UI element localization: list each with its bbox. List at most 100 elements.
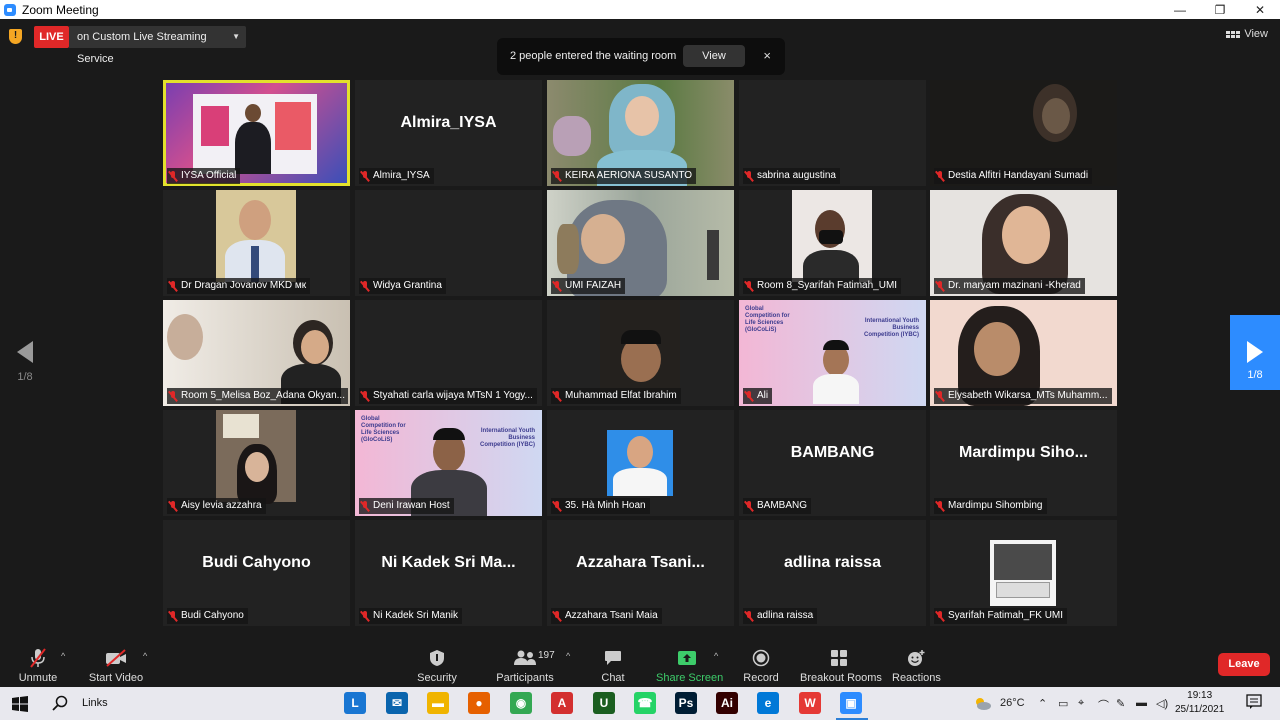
- live-stream-dropdown[interactable]: on Custom Live Streaming Service ▼: [69, 26, 246, 65]
- participant-video-tile[interactable]: Elysabeth Wikarsa_MTs Muhamm...: [930, 300, 1117, 406]
- participant-video-tile[interactable]: Dr Dragan Jovanov MKD мк: [163, 190, 350, 296]
- taskbar-app-icon[interactable]: ◉: [510, 692, 532, 714]
- leave-button[interactable]: Leave: [1218, 653, 1270, 676]
- participant-name-label: Dr Dragan Jovanov MKD мк: [167, 278, 311, 294]
- record-button[interactable]: Record: [742, 647, 780, 684]
- participant-video-tile[interactable]: Widya Grantina: [355, 190, 542, 296]
- participant-video-tile[interactable]: IYSA Official: [163, 80, 350, 186]
- search-label[interactable]: Links: [82, 697, 108, 709]
- minimize-button[interactable]: —: [1160, 3, 1200, 17]
- search-icon[interactable]: [52, 695, 68, 714]
- participant-name-text: UMI FAIZAH: [565, 280, 622, 291]
- participant-name-text: sabrina augustina: [757, 170, 836, 181]
- reactions-button[interactable]: Reactions: [892, 647, 941, 684]
- muted-mic-icon: [553, 390, 561, 402]
- weather-temperature[interactable]: 26°C: [1000, 697, 1025, 709]
- participant-video-tile[interactable]: Aisy levia azzahra: [163, 410, 350, 516]
- taskbar-app-icon[interactable]: A: [551, 692, 573, 714]
- participants-options-caret[interactable]: ^: [566, 651, 570, 661]
- participant-name-text: BAMBANG: [757, 500, 808, 511]
- encryption-shield-icon[interactable]: !: [9, 29, 22, 44]
- participant-name-text: IYSA Official: [181, 170, 237, 181]
- taskbar-app-icon[interactable]: ✉: [386, 692, 408, 714]
- taskbar-app-icon[interactable]: Ps: [675, 692, 697, 714]
- audio-options-caret[interactable]: ^: [61, 651, 65, 661]
- volume-icon[interactable]: ◁): [1156, 697, 1168, 710]
- participant-video-tile[interactable]: Azzahara Tsani... Azzahara Tsani Maia: [547, 520, 734, 626]
- muted-mic-icon: [745, 170, 753, 182]
- security-button[interactable]: Security: [416, 647, 458, 684]
- waiting-room-message: 2 people entered the waiting room: [510, 50, 677, 62]
- close-icon[interactable]: ×: [763, 48, 771, 63]
- view-toggle-button[interactable]: View: [1226, 28, 1268, 40]
- participant-video-tile[interactable]: 35. Hà Minh Hoan: [547, 410, 734, 516]
- participant-video-tile[interactable]: Destia Alfitri Handayani Sumadi: [930, 80, 1117, 186]
- waiting-room-notification: 2 people entered the waiting room View ×: [497, 38, 785, 75]
- weather-icon[interactable]: [972, 695, 992, 714]
- participant-video-tile[interactable]: Styahati carla wijaya MTsN 1 Yogy...: [355, 300, 542, 406]
- maximize-button[interactable]: ❐: [1200, 3, 1240, 17]
- taskbar-app-icon[interactable]: L: [344, 692, 366, 714]
- system-clock[interactable]: 19:13 25/11/2021: [1175, 689, 1224, 717]
- participant-name-label: Dr. maryam mazinani -Kherad: [934, 278, 1085, 294]
- participant-video-tile[interactable]: UMI FAIZAH: [547, 190, 734, 296]
- windows-start-icon[interactable]: [12, 696, 28, 715]
- wifi-icon[interactable]: ⌒: [1098, 697, 1109, 713]
- participant-video-tile[interactable]: BAMBANG BAMBANG: [739, 410, 926, 516]
- participant-name-text: Elysabeth Wikarsa_MTs Muhamm...: [948, 390, 1108, 401]
- share-screen-icon: [656, 647, 718, 669]
- participant-name-text: Room 8_Syarifah Fatimah_UMI: [757, 280, 898, 291]
- muted-mic-icon: [553, 610, 561, 622]
- taskbar-app-icon[interactable]: e: [757, 692, 779, 714]
- taskbar-app-icon[interactable]: ▬: [427, 692, 449, 714]
- tray-note-icon[interactable]: ✎: [1116, 697, 1125, 710]
- muted-mic-icon: [361, 280, 369, 292]
- live-badge[interactable]: LIVE: [34, 26, 69, 48]
- zoom-app-icon: [4, 3, 16, 16]
- participant-name-text: Syarifah Fatimah_FK UMI: [948, 610, 1064, 621]
- taskbar-app-icon[interactable]: Ai: [716, 692, 738, 714]
- participant-name-label: Mardimpu Sihombing: [934, 498, 1047, 514]
- start-video-button[interactable]: Start Video: [88, 647, 144, 684]
- participant-video-tile[interactable]: Dr. maryam mazinani -Kherad: [930, 190, 1117, 296]
- tray-location-icon[interactable]: ⌖: [1078, 697, 1084, 710]
- muted-mic-icon: [936, 610, 944, 622]
- tray-network-icon[interactable]: ▭: [1058, 697, 1068, 710]
- participant-video-tile[interactable]: Ni Kadek Sri Ma... Ni Kadek Sri Manik: [355, 520, 542, 626]
- previous-page-button[interactable]: 1/8: [14, 341, 36, 383]
- participant-video-tile[interactable]: Syarifah Fatimah_FK UMI: [930, 520, 1117, 626]
- participant-name-label: Styahati carla wijaya MTsN 1 Yogy...: [359, 388, 537, 404]
- taskbar-app-icon[interactable]: ☎: [634, 692, 656, 714]
- gallery-grid-icon: [1226, 30, 1241, 38]
- next-page-button[interactable]: 1/8: [1230, 315, 1280, 390]
- taskbar-app-icon[interactable]: U: [593, 692, 615, 714]
- participant-video-tile[interactable]: Global Competition for Life Sciences (Gl…: [355, 410, 542, 516]
- taskbar-app-icon[interactable]: ▣: [840, 692, 862, 714]
- view-waiting-room-button[interactable]: View: [683, 45, 745, 67]
- taskbar-app-icon[interactable]: W: [799, 692, 821, 714]
- participant-video-tile[interactable]: KEIRA AERIONA SUSANTO: [547, 80, 734, 186]
- tray-chevron-up-icon[interactable]: ⌃: [1038, 697, 1047, 710]
- share-options-caret[interactable]: ^: [714, 651, 718, 661]
- chat-button[interactable]: Chat: [598, 647, 628, 684]
- participant-video-tile[interactable]: Mardimpu Siho... Mardimpu Sihombing: [930, 410, 1117, 516]
- battery-icon[interactable]: ▬: [1136, 697, 1147, 709]
- close-window-button[interactable]: ✕: [1240, 3, 1280, 17]
- participant-video-tile[interactable]: Room 5_Melisa Boz_Adana Okyan...: [163, 300, 350, 406]
- taskbar-app-icon[interactable]: ●: [468, 692, 490, 714]
- video-options-caret[interactable]: ^: [143, 651, 147, 661]
- notification-center-icon[interactable]: [1246, 694, 1262, 713]
- share-screen-button[interactable]: Share Screen: [656, 647, 723, 684]
- unmute-button[interactable]: Unmute: [18, 647, 58, 684]
- participant-video-tile[interactable]: Muhammad Elfat Ibrahim: [547, 300, 734, 406]
- participant-video-tile[interactable]: Global Competition for Life Sciences (Gl…: [739, 300, 926, 406]
- participant-video-tile[interactable]: sabrina augustina: [739, 80, 926, 186]
- muted-mic-icon: [936, 280, 944, 292]
- participant-video-tile[interactable]: adlina raissa adlina raissa: [739, 520, 926, 626]
- participant-video-tile[interactable]: Room 8_Syarifah Fatimah_UMI: [739, 190, 926, 296]
- participant-display-name: adlina raissa: [784, 554, 881, 571]
- participant-video-tile[interactable]: Budi Cahyono Budi Cahyono: [163, 520, 350, 626]
- breakout-rooms-button[interactable]: Breakout Rooms: [800, 647, 882, 684]
- muted-mic-icon: [745, 390, 753, 402]
- participant-video-tile[interactable]: Almira_IYSA Almira_IYSA: [355, 80, 542, 186]
